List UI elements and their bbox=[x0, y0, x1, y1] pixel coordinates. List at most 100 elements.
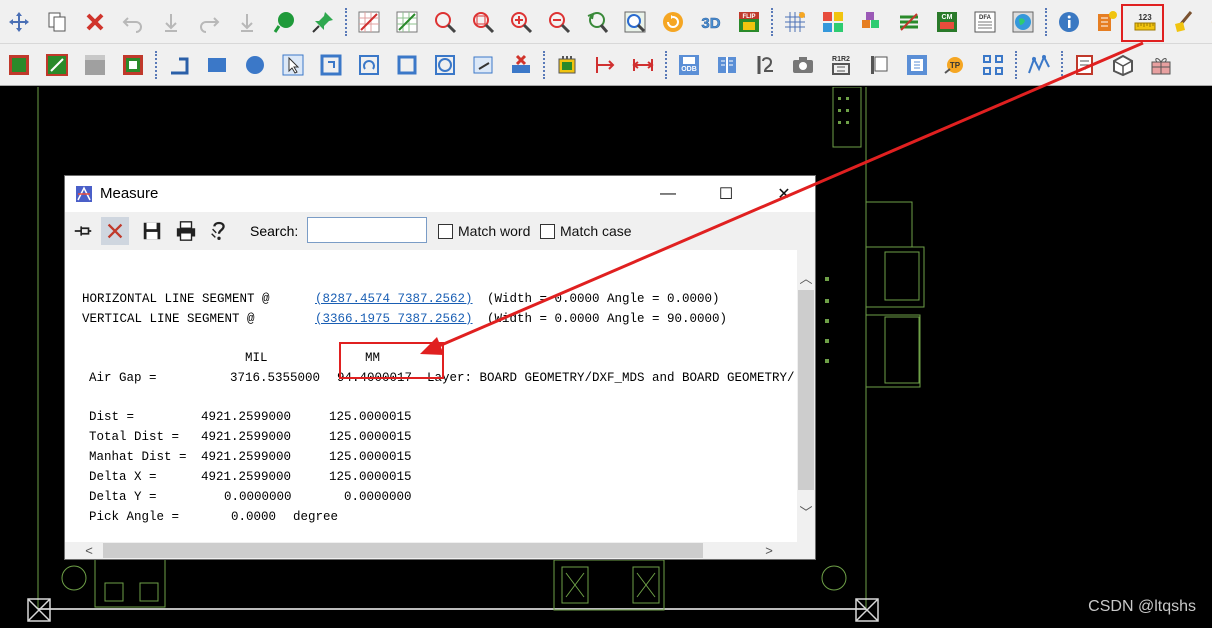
round-rect-icon[interactable] bbox=[431, 51, 459, 79]
layer-visibility-icon[interactable] bbox=[857, 8, 885, 36]
hseg-coordinate-link[interactable]: (8287.4574 7387.2562) bbox=[315, 292, 473, 306]
chip-icon[interactable] bbox=[903, 51, 931, 79]
redo-down-icon[interactable] bbox=[233, 8, 261, 36]
search-label: Search: bbox=[250, 223, 299, 239]
odb-icon[interactable]: ODB bbox=[675, 51, 703, 79]
zoom-window-icon[interactable] bbox=[469, 8, 497, 36]
mount-hole-right bbox=[821, 565, 847, 591]
close-button[interactable]: ✕ bbox=[761, 176, 807, 212]
copy-icon[interactable] bbox=[43, 8, 71, 36]
row-mm: 125.0000015 bbox=[329, 450, 412, 464]
doc-icon[interactable] bbox=[1071, 51, 1099, 79]
cm-icon[interactable]: CM bbox=[933, 8, 961, 36]
toolbar-separator bbox=[155, 50, 157, 79]
minimize-button[interactable]: — bbox=[645, 176, 691, 212]
flip-label: FLIP bbox=[743, 14, 756, 20]
select-arrow-icon[interactable] bbox=[279, 51, 307, 79]
flag-icon[interactable] bbox=[865, 51, 893, 79]
match-case-checkbox[interactable]: Match case bbox=[540, 223, 632, 239]
pick-angle-label: Pick Angle = bbox=[89, 510, 180, 524]
maximize-button[interactable]: ☐ bbox=[703, 176, 749, 212]
undo-icon[interactable] bbox=[119, 8, 147, 36]
r1r2-icon[interactable]: R1R2 bbox=[827, 51, 855, 79]
print-icon[interactable] bbox=[172, 217, 200, 245]
dimension-icon[interactable] bbox=[591, 51, 619, 79]
arc-icon[interactable] bbox=[355, 51, 383, 79]
pin-icon[interactable] bbox=[309, 8, 337, 36]
gift-icon[interactable] bbox=[1147, 51, 1175, 79]
info-icon[interactable] bbox=[1055, 8, 1083, 36]
add-line-icon[interactable] bbox=[165, 51, 193, 79]
scroll-right-icon[interactable]: > bbox=[760, 542, 778, 559]
row-mil: 0.0000000 bbox=[224, 490, 292, 504]
zoom-fit-icon[interactable] bbox=[431, 8, 459, 36]
rectangle-icon[interactable] bbox=[203, 51, 231, 79]
zoom-grid-green-icon[interactable] bbox=[393, 8, 421, 36]
odb-label: ODB bbox=[681, 66, 697, 73]
dialog-titlebar[interactable]: Measure — ☐ ✕ bbox=[65, 176, 815, 212]
frame-icon[interactable] bbox=[317, 51, 345, 79]
green-ball-icon[interactable] bbox=[271, 8, 299, 36]
vseg-coordinate-link[interactable]: (3366.1975 7387.2562) bbox=[315, 312, 473, 326]
box-icon[interactable] bbox=[1109, 51, 1137, 79]
connector-top bbox=[832, 87, 862, 148]
dfa-icon[interactable]: DFA bbox=[971, 8, 999, 36]
unrats-icon[interactable] bbox=[895, 8, 923, 36]
square-icon[interactable] bbox=[393, 51, 421, 79]
wave-icon[interactable] bbox=[1025, 51, 1053, 79]
redraw-icon[interactable] bbox=[659, 8, 687, 36]
help-icon[interactable] bbox=[205, 217, 233, 245]
zoom-world-icon[interactable] bbox=[621, 8, 649, 36]
save-icon[interactable] bbox=[138, 217, 166, 245]
row-mil: 3716.5355000 bbox=[230, 371, 321, 385]
horizontal-scroll-thumb[interactable] bbox=[103, 543, 703, 558]
clean-icon[interactable] bbox=[1169, 8, 1197, 36]
show-element-icon[interactable] bbox=[1093, 8, 1121, 36]
star-icon[interactable] bbox=[1207, 8, 1212, 36]
horizontal-scrollbar[interactable]: < > bbox=[65, 542, 797, 559]
component-icon[interactable] bbox=[553, 51, 581, 79]
search-input[interactable] bbox=[307, 217, 427, 243]
globe-icon[interactable] bbox=[1009, 8, 1037, 36]
zoom-in-icon[interactable] bbox=[507, 8, 535, 36]
grid-dots-icon[interactable] bbox=[979, 51, 1007, 79]
zoom-previous-icon[interactable] bbox=[583, 8, 611, 36]
dimension-h-icon[interactable] bbox=[629, 51, 657, 79]
redo-icon[interactable] bbox=[195, 8, 223, 36]
zoom-out-icon[interactable] bbox=[545, 8, 573, 36]
clear-icon[interactable] bbox=[101, 217, 129, 245]
cm-label: CM bbox=[942, 14, 953, 21]
vertical-scrollbar[interactable]: ︿ ﹀ bbox=[797, 250, 815, 542]
shape-merge-icon[interactable] bbox=[119, 51, 147, 79]
color-icon[interactable] bbox=[819, 8, 847, 36]
pin-window-icon[interactable] bbox=[69, 217, 97, 245]
circle-icon[interactable] bbox=[241, 51, 269, 79]
shape-void-icon[interactable] bbox=[43, 51, 71, 79]
row-mil: 4921.2599000 bbox=[201, 450, 292, 464]
zoom-grid-icon[interactable] bbox=[355, 8, 383, 36]
match-word-checkbox[interactable]: Match word bbox=[438, 223, 530, 239]
move-icon[interactable] bbox=[5, 8, 33, 36]
match-word-box[interactable] bbox=[438, 223, 453, 239]
delete-icon[interactable] bbox=[81, 8, 109, 36]
tp-icon[interactable]: TP bbox=[941, 51, 969, 79]
grid-icon[interactable] bbox=[781, 8, 809, 36]
delete-shape-icon[interactable] bbox=[507, 51, 535, 79]
vertical-scroll-thumb[interactable] bbox=[798, 290, 814, 490]
scroll-left-icon[interactable]: < bbox=[80, 542, 98, 559]
row-mm: 125.0000015 bbox=[329, 470, 412, 484]
pin-tool-icon[interactable] bbox=[751, 51, 779, 79]
side-connector-body-2 bbox=[884, 316, 920, 384]
book-icon[interactable] bbox=[713, 51, 741, 79]
toolbar-separator bbox=[1045, 7, 1047, 36]
3d-view-icon[interactable]: 3D bbox=[697, 8, 725, 36]
match-case-box[interactable] bbox=[540, 223, 555, 239]
shape-gray-icon[interactable] bbox=[81, 51, 109, 79]
camera-icon[interactable] bbox=[789, 51, 817, 79]
shape-edit-icon[interactable] bbox=[469, 51, 497, 79]
scroll-up-icon[interactable]: ︿ bbox=[797, 268, 815, 286]
flip-design-icon[interactable]: FLIP bbox=[735, 8, 763, 36]
scroll-down-icon[interactable]: ﹀ bbox=[797, 502, 815, 520]
undo-down-icon[interactable] bbox=[157, 8, 185, 36]
shape-fill-icon[interactable] bbox=[5, 51, 33, 79]
